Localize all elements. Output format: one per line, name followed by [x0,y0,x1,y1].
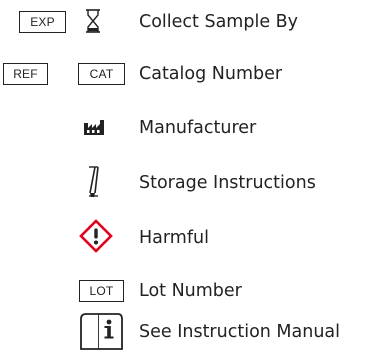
manufacturer-label: Manufacturer [139,118,257,138]
legend-row-catalog-number: REF CAT Catalog Number [0,52,385,92]
legend-row-manufacturer: Manufacturer [0,106,385,146]
collect-sample-by-label: Collect Sample By [139,12,299,32]
legend-row-storage-instructions: Storage Instructions [0,161,385,201]
legend-row-collect-sample-by: EXP Collect Sample By [0,0,385,40]
cat-box-symbol: CAT [78,63,125,85]
lot-number-label: Lot Number [139,281,242,301]
hourglass-icon [82,8,104,34]
harmful-label: Harmful [139,228,209,248]
storage-instructions-label: Storage Instructions [139,173,316,193]
legend-row-instruction-manual: See Instruction Manual [0,311,385,351]
ref-box-symbol: REF [3,63,48,85]
legend-row-lot-number: LOT Lot Number [0,269,385,309]
legend-row-harmful: Harmful [0,216,385,256]
thermometer-icon [84,163,108,199]
exp-box-symbol: EXP [19,11,66,33]
book-info-icon [78,311,124,351]
lot-box-symbol: LOT [79,280,124,302]
instruction-manual-label: See Instruction Manual [139,322,341,342]
factory-icon [82,116,108,138]
exclamation-diamond-icon [79,219,113,253]
catalog-number-label: Catalog Number [139,64,283,84]
